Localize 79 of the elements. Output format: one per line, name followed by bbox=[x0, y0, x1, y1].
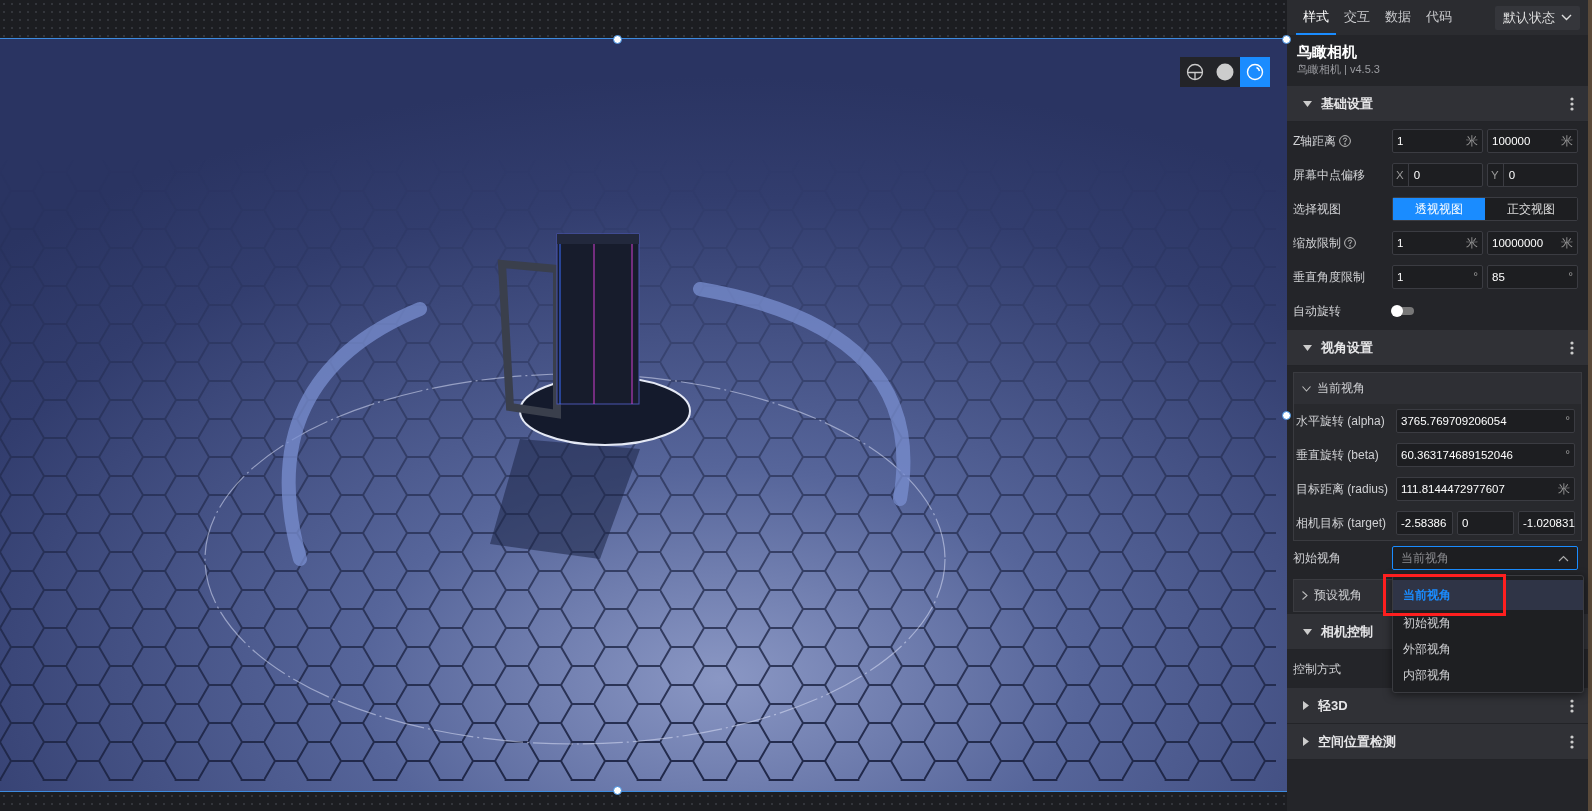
field-label: 初始视角 bbox=[1293, 549, 1341, 567]
dropdown-option[interactable]: 外部视角 bbox=[1393, 636, 1583, 662]
field-label: 屏幕中点偏移 bbox=[1293, 166, 1365, 184]
axis-prefix: Y bbox=[1487, 164, 1504, 186]
number-field[interactable]: -2.58386 bbox=[1396, 511, 1453, 535]
field-label: 控制方式 bbox=[1293, 660, 1341, 678]
toggle-switch[interactable] bbox=[1392, 307, 1414, 315]
field-label: 自动旋转 bbox=[1293, 302, 1341, 320]
field-label: 垂直角度限制 bbox=[1293, 268, 1365, 286]
more-icon[interactable] bbox=[1570, 96, 1574, 111]
wireframe-sphere-icon bbox=[1186, 63, 1204, 81]
field-label: 相机目标 (target) bbox=[1296, 514, 1386, 532]
unit-label: ° bbox=[1565, 448, 1570, 462]
caret-down-icon[interactable] bbox=[1303, 344, 1312, 351]
chevron-up-icon bbox=[1558, 554, 1569, 562]
unit-label: 米 bbox=[1558, 480, 1570, 498]
panel-tab[interactable]: 交互 bbox=[1337, 0, 1377, 35]
number-field[interactable]: 1 米 bbox=[1392, 231, 1483, 255]
field-label: 垂直旋转 (beta) bbox=[1296, 446, 1379, 464]
caret-down-icon[interactable] bbox=[1303, 100, 1312, 107]
dropdown-option[interactable]: 当前视角 bbox=[1393, 580, 1583, 610]
more-icon[interactable] bbox=[1570, 698, 1574, 713]
resize-handle[interactable] bbox=[613, 35, 622, 44]
number-field[interactable]: -1.020831 bbox=[1518, 511, 1575, 535]
section-header[interactable]: 轻3D bbox=[1287, 688, 1588, 724]
panel-tab[interactable]: 代码 bbox=[1419, 0, 1459, 35]
dropdown-option[interactable]: 初始视角 bbox=[1393, 610, 1583, 636]
caret-right-icon[interactable] bbox=[1303, 701, 1309, 710]
section-title: 基础设置 bbox=[1321, 94, 1373, 113]
solid-sphere-icon bbox=[1216, 63, 1234, 81]
section-header[interactable]: 空间位置检测 bbox=[1287, 724, 1588, 760]
unit-label: 米 bbox=[1466, 132, 1478, 150]
number-field[interactable]: 0 bbox=[1457, 511, 1514, 535]
group-header[interactable]: 当前视角 bbox=[1294, 373, 1581, 404]
number-field[interactable]: 100000 米 bbox=[1487, 129, 1578, 153]
section-title: 相机控制 bbox=[1321, 622, 1373, 641]
field-label: 选择视图 bbox=[1293, 200, 1341, 218]
section-title: 轻3D bbox=[1318, 696, 1348, 715]
field-label: 目标距离 (radius) bbox=[1296, 480, 1388, 498]
chevron-down-icon bbox=[1302, 385, 1311, 392]
unit-label: 米 bbox=[1466, 234, 1478, 252]
component-version: 鸟瞰相机 | v4.5.3 bbox=[1297, 62, 1381, 76]
unit-label: ° bbox=[1565, 414, 1570, 428]
axis-prefix: X bbox=[1392, 164, 1409, 186]
unit-label: ° bbox=[1473, 270, 1478, 284]
section-header[interactable]: 视角设置 bbox=[1287, 330, 1588, 366]
unit-label: 米 bbox=[1561, 132, 1573, 150]
number-field[interactable]: 111.8144472977607 米 bbox=[1396, 477, 1575, 501]
help-icon[interactable] bbox=[1339, 135, 1352, 147]
view-option-button[interactable]: 正交视图 bbox=[1485, 198, 1577, 220]
panel-tab[interactable]: 数据 bbox=[1378, 0, 1418, 35]
dropdown-option[interactable]: 内部视角 bbox=[1393, 662, 1583, 688]
field-label: 水平旋转 (alpha) bbox=[1296, 412, 1385, 430]
number-field[interactable]: 1 米 bbox=[1392, 129, 1483, 153]
field-label: Z轴距离 bbox=[1293, 132, 1337, 150]
view-select[interactable]: 当前视角 bbox=[1392, 546, 1578, 570]
state-dropdown[interactable]: 默认状态 bbox=[1495, 5, 1580, 30]
more-icon[interactable] bbox=[1570, 734, 1574, 749]
help-icon[interactable] bbox=[1344, 237, 1356, 249]
number-field[interactable]: 3765.769709206054 ° bbox=[1396, 409, 1575, 433]
section-title: 空间位置检测 bbox=[1318, 732, 1396, 751]
number-field[interactable]: X 0 bbox=[1392, 163, 1483, 187]
number-field[interactable]: Y 0 bbox=[1487, 163, 1578, 187]
sphere-outline-icon bbox=[1246, 63, 1264, 81]
unit-label: 米 bbox=[1561, 234, 1573, 252]
number-field[interactable]: 10000000 米 bbox=[1487, 231, 1578, 255]
chevron-down-icon bbox=[1561, 14, 1572, 21]
caret-down-icon[interactable] bbox=[1303, 628, 1312, 635]
field-label: 缩放限制 bbox=[1293, 234, 1341, 252]
unit-label: ° bbox=[1568, 270, 1573, 284]
section-header[interactable]: 基础设置 bbox=[1287, 86, 1588, 122]
section-title: 视角设置 bbox=[1321, 338, 1373, 357]
chevron-right-icon bbox=[1302, 591, 1308, 600]
number-field[interactable]: 1 ° bbox=[1392, 265, 1483, 289]
number-field[interactable]: 85 ° bbox=[1487, 265, 1578, 289]
number-field[interactable]: 60.363174689152046 ° bbox=[1396, 443, 1575, 467]
caret-right-icon[interactable] bbox=[1303, 737, 1309, 746]
more-icon[interactable] bbox=[1570, 340, 1574, 355]
component-title: 鸟瞰相机 bbox=[1297, 42, 1358, 62]
